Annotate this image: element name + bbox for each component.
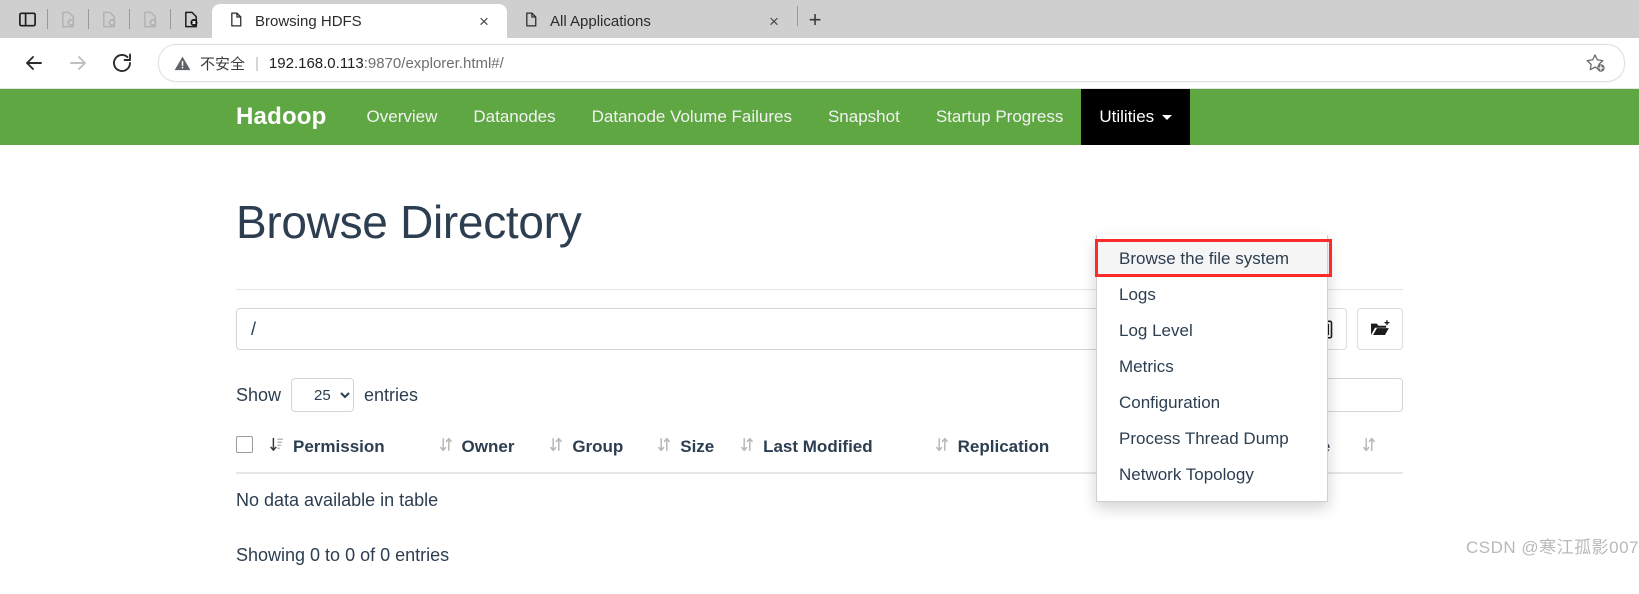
dropdown-item-configuration[interactable]: Configuration — [1097, 385, 1327, 421]
navbar-items: Hadoop Overview Datanodes Datanode Volum… — [0, 89, 1191, 145]
column-header-replication-label: Replication — [957, 437, 1050, 456]
csdn-watermark: CSDN @寒江孤影007 — [1465, 538, 1639, 557]
back-button[interactable] — [14, 43, 54, 83]
show-label: Show — [236, 384, 282, 405]
select-all-header — [236, 430, 270, 474]
page-content: Browse Directory / Show 25 entries Permi… — [0, 195, 1639, 566]
entries-label: entries — [364, 384, 419, 405]
address-bar-separator: | — [255, 54, 259, 72]
chrome-divider — [88, 9, 89, 29]
tab-strip-leading-icons — [0, 0, 212, 38]
tab-all-applications[interactable]: All Applications × — [507, 4, 797, 38]
browser-toolbar: 不安全 | 192.168.0.113:9870/explorer.html#/ — [0, 38, 1639, 89]
closed-tab-1-icon[interactable] — [49, 2, 87, 36]
show-entries-control: Show 25 entries — [236, 378, 418, 412]
sort-icon — [550, 437, 563, 457]
sort-desc-icon — [270, 437, 284, 457]
tab-title: All Applications — [550, 12, 651, 30]
nav-item-utilities-label: Utilities — [1099, 107, 1155, 126]
column-header-size[interactable]: Size — [658, 430, 742, 474]
nav-item-utilities[interactable]: Utilities — [1081, 89, 1191, 145]
bookmark-add-icon[interactable] — [1580, 48, 1610, 78]
showing-entries-info: Showing 0 to 0 of 0 entries — [236, 545, 450, 565]
entries-per-page-select[interactable]: 25 — [291, 378, 355, 412]
select-all-checkbox[interactable] — [236, 436, 253, 453]
nav-item-snapshot[interactable]: Snapshot — [810, 89, 918, 145]
column-header-trailing-sort[interactable] — [1363, 430, 1403, 474]
address-bar-url: 192.168.0.113:9870/explorer.html#/ — [269, 55, 1574, 72]
closed-tab-2-icon[interactable] — [90, 2, 128, 36]
tab-favicon-icon — [523, 11, 540, 32]
chevron-down-icon — [1162, 114, 1173, 120]
closed-tab-3-icon[interactable] — [131, 2, 169, 36]
nav-item-startup-progress[interactable]: Startup Progress — [918, 89, 1082, 145]
closed-tab-4-icon[interactable] — [172, 2, 210, 36]
new-directory-button[interactable] — [1357, 308, 1403, 350]
nav-item-overview[interactable]: Overview — [349, 89, 456, 145]
hadoop-navbar: Hadoop Overview Datanodes Datanode Volum… — [0, 89, 1639, 145]
tab-close-icon[interactable]: × — [763, 10, 785, 32]
sort-icon — [741, 437, 753, 457]
url-path: :9870/explorer.html#/ — [363, 54, 504, 72]
tab-close-icon[interactable]: × — [473, 10, 495, 32]
url-host: 192.168.0.113 — [268, 54, 364, 72]
not-secure-warning-icon — [173, 54, 192, 73]
new-tab-button[interactable]: + — [798, 3, 832, 37]
column-header-permission-label: Permission — [293, 437, 385, 456]
sort-icon — [1363, 437, 1375, 456]
column-header-last-modified[interactable]: Last Modified — [741, 430, 936, 474]
brand-hadoop[interactable]: Hadoop — [236, 89, 349, 145]
nav-item-datanode-volume-failures[interactable]: Datanode Volume Failures — [574, 89, 810, 145]
column-header-group-label: Group — [572, 437, 624, 456]
forward-button[interactable] — [58, 43, 98, 83]
sort-icon — [658, 437, 671, 457]
dropdown-item-metrics[interactable]: Metrics — [1097, 349, 1327, 385]
address-bar[interactable]: 不安全 | 192.168.0.113:9870/explorer.html#/ — [158, 44, 1625, 82]
hadoop-page: Hadoop Overview Datanodes Datanode Volum… — [0, 89, 1639, 566]
sort-icon — [439, 437, 452, 457]
dropdown-item-logs[interactable]: Logs — [1097, 277, 1327, 313]
dropdown-item-process-thread-dump[interactable]: Process Thread Dump — [1097, 421, 1327, 457]
path-input[interactable] — [236, 308, 1235, 350]
column-header-group[interactable]: Group — [550, 430, 659, 474]
column-header-owner-label: Owner — [461, 437, 515, 456]
utilities-dropdown-menu: Browse the file system Logs Log Level Me… — [1096, 235, 1328, 502]
chrome-divider — [170, 9, 171, 29]
sort-icon — [935, 437, 948, 457]
column-header-last-modified-label: Last Modified — [763, 437, 873, 456]
sidebar-panel-icon[interactable] — [8, 2, 46, 36]
column-header-permission[interactable]: Permission — [270, 430, 440, 474]
new-folder-icon — [1371, 320, 1390, 336]
tab-strip: Browsing HDFS × All Applications × + — [0, 0, 1639, 38]
dropdown-item-network-topology[interactable]: Network Topology — [1097, 457, 1327, 493]
dropdown-item-browse-the-file-system[interactable]: Browse the file system — [1097, 241, 1327, 277]
column-header-replication[interactable]: Replication — [935, 430, 1104, 474]
chrome-divider — [47, 9, 48, 29]
reload-button[interactable] — [102, 43, 142, 83]
column-header-owner[interactable]: Owner — [439, 430, 551, 474]
tab-title: Browsing HDFS — [255, 12, 362, 30]
column-header-size-label: Size — [680, 437, 715, 456]
chrome-divider — [129, 9, 130, 29]
browser-chrome: Browsing HDFS × All Applications × + 不安全… — [0, 0, 1639, 89]
tab-favicon-icon — [228, 11, 245, 32]
dropdown-item-log-level[interactable]: Log Level — [1097, 313, 1327, 349]
nav-item-datanodes[interactable]: Datanodes — [455, 89, 573, 145]
tab-browsing-hdfs[interactable]: Browsing HDFS × — [212, 4, 507, 38]
security-status-text: 不安全 — [200, 55, 246, 73]
